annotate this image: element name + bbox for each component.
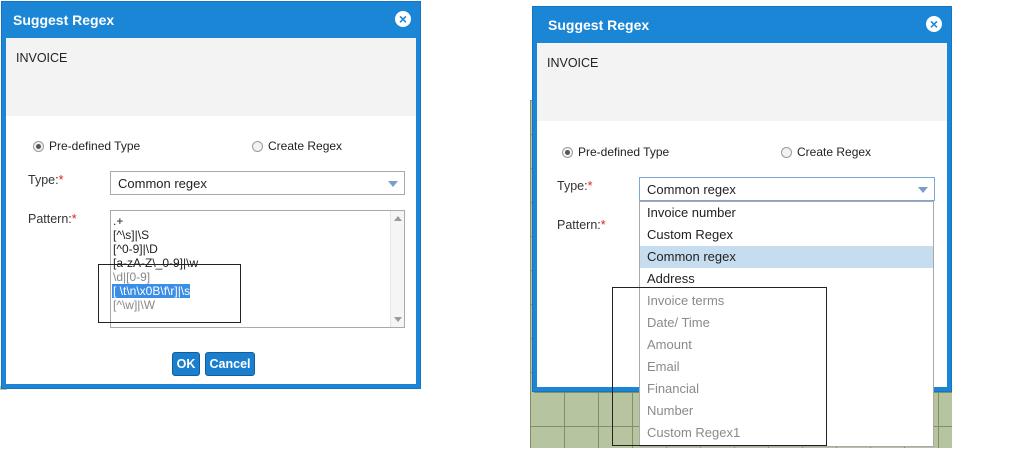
type-select[interactable]: Common regex — [110, 171, 405, 195]
dropdown-option-selected[interactable]: Common regex — [640, 246, 933, 268]
chevron-down-icon[interactable] — [918, 187, 928, 193]
type-label: Type:* — [557, 179, 592, 193]
radio-create-label: Create Regex — [268, 139, 343, 153]
pattern-item[interactable]: .+ — [112, 214, 404, 228]
type-label: Type:* — [28, 173, 63, 187]
pattern-label: Pattern:* — [28, 212, 77, 226]
radio-create-label: Create Regex — [797, 145, 872, 159]
scrollbar[interactable] — [390, 211, 404, 327]
required-marker: * — [600, 218, 606, 232]
pattern-label-text: Pattern: — [28, 212, 72, 226]
chevron-down-icon[interactable] — [388, 181, 398, 187]
cancel-button[interactable]: Cancel — [205, 352, 255, 376]
annotation-box — [612, 287, 827, 446]
dialog-title: Suggest Regex — [13, 12, 115, 28]
radio-predefined-type[interactable]: Pre-defined Type — [33, 139, 140, 153]
radio-unselected-icon[interactable] — [781, 146, 792, 158]
scroll-up-icon[interactable] — [394, 216, 402, 221]
close-icon[interactable]: × — [926, 16, 942, 32]
close-icon[interactable]: × — [395, 11, 411, 27]
document-preview: INVOICE — [6, 38, 416, 116]
pattern-item[interactable]: [^0-9]|\D — [112, 242, 404, 256]
radio-predefined-label: Pre-defined Type — [578, 145, 670, 159]
annotation-box — [98, 264, 241, 323]
required-marker: * — [587, 179, 593, 193]
document-text: INVOICE — [16, 51, 68, 65]
radio-predefined-label: Pre-defined Type — [49, 139, 141, 153]
dialog-body: INVOICE Pre-defined Type Create Regex Ty… — [6, 38, 416, 384]
suggest-regex-dialog-left: Suggest Regex × INVOICE Pre-defined Type… — [1, 1, 421, 389]
type-select-value: Common regex — [118, 175, 207, 191]
radio-create-regex[interactable]: Create Regex — [781, 145, 871, 159]
radio-unselected-icon[interactable] — [252, 140, 263, 152]
ok-button[interactable]: OK — [172, 352, 200, 376]
type-label-text: Type: — [557, 179, 588, 193]
radio-selected-icon[interactable] — [562, 146, 573, 158]
type-select-value: Common regex — [647, 181, 736, 197]
pattern-label-text: Pattern: — [557, 218, 601, 232]
dropdown-option[interactable]: Custom Regex — [640, 224, 933, 246]
radio-create-regex[interactable]: Create Regex — [252, 139, 342, 153]
pattern-label: Pattern:* — [557, 218, 606, 232]
scroll-down-icon[interactable] — [394, 317, 402, 322]
required-marker: * — [58, 173, 64, 187]
required-marker: * — [71, 212, 77, 226]
pattern-item[interactable]: [^\s]|\S — [112, 228, 404, 242]
document-text: INVOICE — [547, 56, 599, 70]
radio-selected-icon[interactable] — [33, 140, 44, 152]
dialog-title: Suggest Regex — [548, 17, 650, 33]
type-select[interactable]: Common regex — [639, 177, 935, 201]
document-preview: INVOICE — [537, 43, 947, 121]
dropdown-option[interactable]: Invoice number — [640, 202, 933, 224]
radio-predefined-type[interactable]: Pre-defined Type — [562, 145, 669, 159]
type-label-text: Type: — [28, 173, 59, 187]
